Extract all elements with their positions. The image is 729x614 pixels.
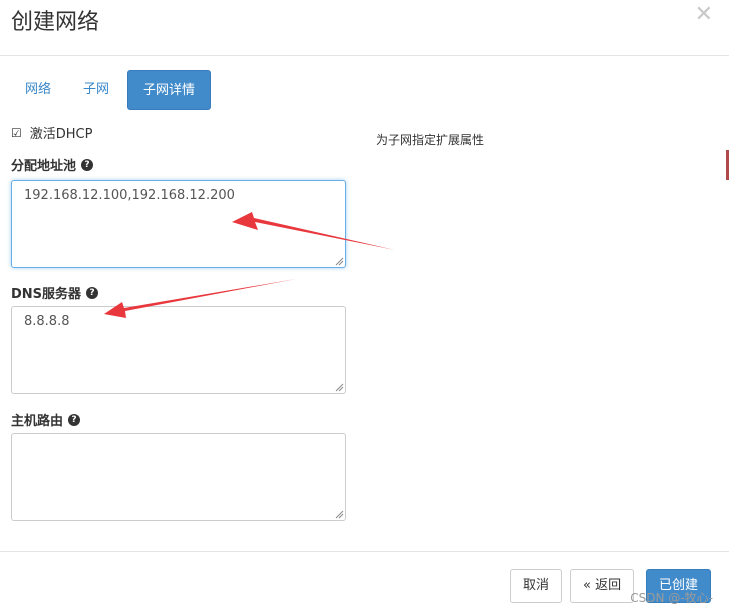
resize-grip-icon[interactable] — [334, 256, 344, 266]
modal-footer: 取消 « 返回 已创建 — [0, 551, 729, 614]
create-network-modal: 创建网络 ✕ 网络 子网 子网详情 ☑ 激活DHCP 分配地址池 ? 192.1… — [0, 0, 729, 614]
dns-server-label-text: DNS服务器 — [11, 287, 82, 302]
tab-bar: 网络 子网 子网详情 — [11, 70, 215, 110]
close-icon[interactable]: ✕ — [695, 4, 713, 26]
cancel-button[interactable]: 取消 — [510, 569, 563, 603]
allocation-pool-value: 192.168.12.100,192.168.12.200 — [24, 188, 235, 203]
modal-header: 创建网络 ✕ — [0, 0, 729, 56]
tab-network[interactable]: 网络 — [11, 70, 65, 110]
host-routes-label: 主机路由 ? — [11, 410, 81, 429]
dns-server-value: 8.8.8.8 — [24, 314, 70, 329]
dns-server-label: DNS服务器 ? — [11, 283, 99, 302]
enable-dhcp-label: 激活DHCP — [29, 127, 93, 142]
allocation-pool-textarea[interactable]: 192.168.12.100,192.168.12.200 — [11, 180, 346, 268]
resize-grip-icon[interactable] — [334, 382, 344, 392]
question-icon[interactable]: ? — [86, 286, 99, 299]
allocation-pool-label: 分配地址池 ? — [11, 155, 94, 174]
host-routes-label-text: 主机路由 — [11, 414, 64, 429]
enable-dhcp-checkbox[interactable]: ☑ 激活DHCP — [11, 123, 93, 143]
question-icon[interactable]: ? — [81, 158, 94, 171]
resize-grip-icon[interactable] — [334, 509, 344, 519]
allocation-pool-label-text: 分配地址池 — [11, 159, 77, 174]
tab-subnet[interactable]: 子网 — [69, 70, 123, 110]
tab-subnet-details[interactable]: 子网详情 — [127, 70, 212, 110]
watermark: CSDN @-牧心- — [630, 591, 713, 605]
modal-title: 创建网络 — [11, 10, 100, 35]
host-routes-textarea[interactable] — [11, 433, 346, 521]
question-icon[interactable]: ? — [68, 413, 81, 426]
subnet-details-help-text: 为子网指定扩展属性 — [376, 133, 485, 147]
checkbox-checked-icon[interactable]: ☑ — [11, 126, 22, 140]
dns-server-textarea[interactable]: 8.8.8.8 — [11, 306, 346, 394]
back-button[interactable]: « 返回 — [570, 569, 635, 603]
